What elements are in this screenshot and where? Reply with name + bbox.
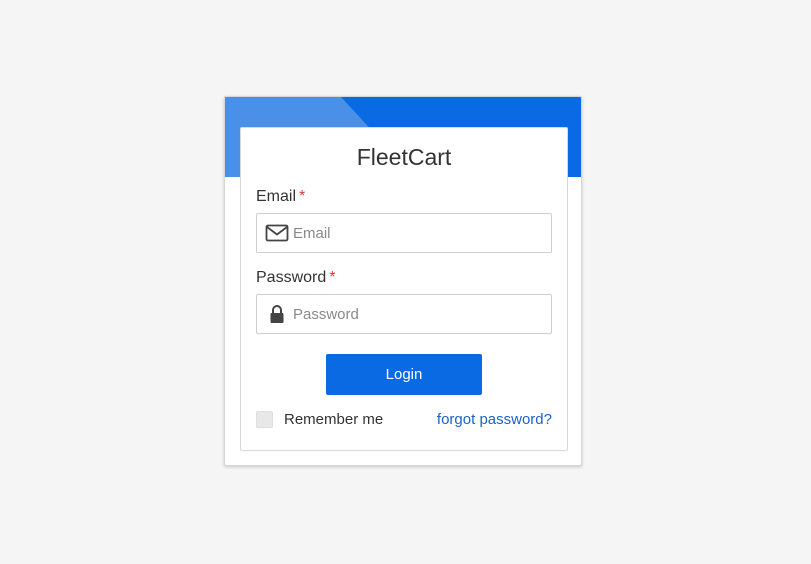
- remember-me-checkbox[interactable]: [256, 411, 273, 428]
- password-required-mark: *: [329, 269, 336, 286]
- password-label-text: Password: [256, 269, 327, 286]
- login-form-panel: FleetCart Email* Password* Login Remembe…: [240, 127, 568, 451]
- email-input[interactable]: [293, 214, 545, 252]
- envelope-icon: [265, 224, 289, 242]
- app-title: FleetCart: [356, 144, 452, 170]
- password-label: Password *: [256, 269, 335, 287]
- remember-me-label[interactable]: Remember me: [284, 411, 383, 428]
- email-label: Email *: [256, 188, 305, 206]
- login-card: FleetCart Email* Password* Login Remembe…: [224, 96, 582, 466]
- email-field: [256, 213, 552, 253]
- forgot-password-link[interactable]: forgot password?: [437, 411, 552, 428]
- password-input[interactable]: [293, 295, 545, 333]
- email-label-text: Email: [256, 188, 297, 205]
- email-required-mark: *: [299, 188, 306, 205]
- password-field: [256, 294, 552, 334]
- login-button[interactable]: Login: [326, 354, 482, 395]
- lock-icon: [270, 305, 284, 323]
